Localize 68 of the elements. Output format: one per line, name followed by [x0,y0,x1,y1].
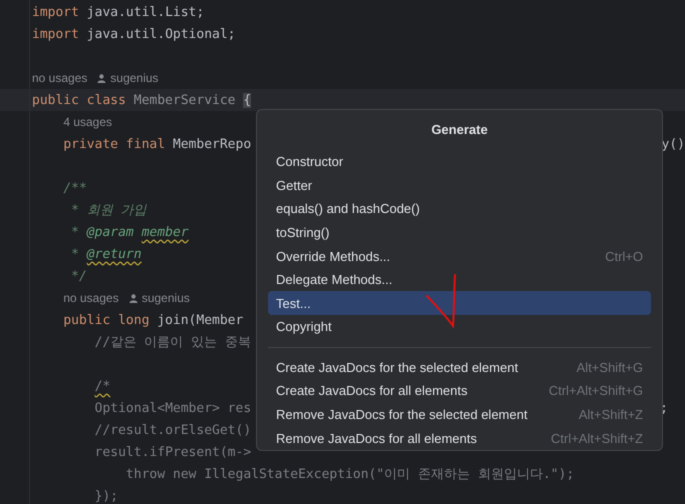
menu-item[interactable]: Remove JavaDocs for the selected element Alt+Shift+Z [268,402,651,426]
menu-item-label: Test... [276,296,311,311]
code-token: { [243,92,252,108]
code-token: //같은 이름이 있는 중복 [94,334,251,351]
code-token: //result.orElseGet() [94,422,252,438]
shortcut-text: Alt+Shift+Z [578,407,643,422]
code-token: throw new IllegalStateException("이미 존재하는 회원입니다."); [126,466,574,483]
person-icon [97,74,106,82]
menu-item-label: equals() and hashCode() [276,201,420,216]
code-token: import [32,26,80,42]
code-token: join(Member [157,312,244,328]
code-token: * [71,246,80,262]
shortcut-text: Ctrl+O [605,248,643,264]
author-name: sugenius [110,71,158,85]
shortcut-text: Ctrl+Alt+Shift+G [548,383,643,398]
author-name: sugenius [142,291,190,305]
code-token: }); [94,488,118,504]
code-token: ; [660,400,668,416]
menu-item[interactable]: toString() [268,220,651,244]
code-token: java.util.Optional; [86,26,236,42]
menu-item-label: Remove JavaDocs for the selected element [276,407,528,422]
menu-item[interactable]: Test... [268,291,651,316]
author-hint[interactable]: sugenius [128,291,190,305]
menu-item[interactable]: Remove JavaDocs for all elements Ctrl+Alt+Shift+Z [268,426,651,450]
menu-item-label: Delegate Methods... [276,272,392,288]
checkmark-drawing [426,274,456,327]
code-token: * 회원 가입 [71,202,147,219]
menu-item-label: Create JavaDocs for all elements [276,383,468,398]
code-token: /* [94,378,110,394]
code-token: java.util.List; [86,4,204,20]
menu-item[interactable]: Create JavaDocs for the selected element Alt+Shift+G [268,356,651,380]
menu-item[interactable]: Override Methods... Ctrl+O [268,244,651,268]
usage-hint[interactable]: no usages [32,71,88,85]
code-token: @return [86,246,142,262]
author-hint[interactable]: sugenius [97,71,158,85]
person-icon [128,294,138,302]
menu-item[interactable]: equals() and hashCode() [268,197,651,221]
code-token: Optional<Member> res [94,400,252,416]
code-token: result.ifPresent(m-> [94,444,252,460]
shortcut-text: Ctrl+Alt+Shift+Z [550,430,643,446]
menu-item[interactable]: Constructor [268,150,651,174]
code-token: /** [63,180,87,196]
code-token: */ [71,268,87,284]
code-token: MemberRepo [172,136,252,152]
menu-item[interactable]: Getter [268,174,651,198]
menu-item-label: Getter [276,178,312,193]
menu-item-label: Constructor [276,154,344,170]
code-token: private final [63,136,166,152]
popup-title: Generate [430,121,489,139]
usage-hint[interactable]: 4 usages [63,115,112,129]
menu-item[interactable]: Copyright [268,315,651,339]
code-token: MemberService [134,92,236,108]
code-token: import [32,4,80,20]
menu-item-label: Copyright [276,319,332,334]
code-token: * [71,224,80,240]
shortcut-text: Alt+Shift+G [576,360,643,375]
usage-hint[interactable]: no usages [63,291,119,305]
menu-item-label: Create JavaDocs for the selected element [276,360,518,375]
code-token: @param [86,224,135,240]
code-token: y() [662,136,685,152]
menu-item-label: toString() [276,225,330,240]
menu-item[interactable]: Create JavaDocs for all elements Ctrl+Alt+Shift+G [268,379,651,403]
code-token: public class [32,92,127,108]
menu-item-label: Remove JavaDocs for all elements [276,430,477,446]
code-token: public long [63,312,150,328]
menu-item-label: Override Methods... [276,248,390,264]
menu-item[interactable]: Delegate Methods... [268,268,651,292]
code-token: member [142,224,189,240]
